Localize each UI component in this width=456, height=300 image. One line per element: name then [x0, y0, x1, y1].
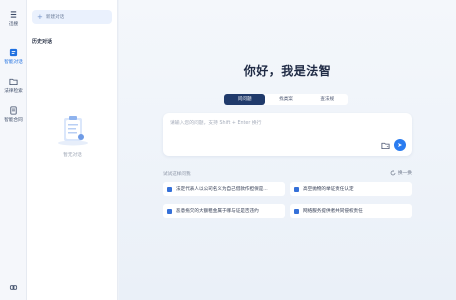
suggestion-text: 恶意拖欠的大额租金属于哪与证是否违约: [176, 209, 259, 214]
rail-item-search[interactable]: 迅搜: [0, 10, 27, 27]
new-chat-button[interactable]: + 新建对话: [32, 10, 112, 24]
refresh-icon: [390, 170, 396, 176]
rail-label: 迅搜: [8, 22, 19, 27]
suggestion-card[interactable]: 高空抛物的举证责任认定: [290, 182, 412, 196]
question-icon: [294, 208, 299, 214]
plus-icon: +: [37, 12, 43, 21]
new-chat-label: 新建对话: [45, 15, 65, 20]
history-panel: + 新建对话 历史对话 暂无对话: [27, 0, 118, 300]
history-title: 历史对话: [32, 39, 53, 45]
contract-icon: [10, 106, 17, 115]
rail-label: 智能对话: [4, 60, 23, 65]
rail-label: 法律检索: [4, 89, 23, 94]
tab-search-regulations[interactable]: 查法规: [307, 94, 348, 105]
rail-label: 智能合同: [4, 118, 23, 123]
question-input[interactable]: [170, 119, 400, 133]
suggestion-card[interactable]: 法定代表人以公司名义为自己借款作担保是...: [163, 182, 285, 196]
suggestions-title: 试试这样问我: [163, 172, 191, 177]
send-icon: [398, 143, 402, 147]
suggestion-text: 法定代表人以公司名义为自己借款作担保是...: [176, 187, 268, 192]
empty-clipboard-illustration: [58, 116, 88, 146]
menu-icon: [10, 11, 17, 18]
empty-history-text: 暂无对话: [63, 153, 82, 158]
question-icon: [167, 186, 172, 192]
suggestion-text: 网络服务提供者共同侵权责任: [303, 209, 363, 214]
suggestion-card[interactable]: 网络服务提供者共同侵权责任: [290, 204, 412, 218]
question-icon: [167, 208, 172, 214]
refresh-label: 换一换: [398, 171, 412, 176]
attach-folder-icon[interactable]: [381, 141, 390, 150]
rail-item-smart-contract[interactable]: 智能合同: [0, 106, 27, 123]
folder-icon: [9, 78, 18, 86]
refresh-suggestions-button[interactable]: 换一换: [390, 170, 412, 176]
suggestion-text: 高空抛物的举证责任认定: [303, 187, 354, 192]
rail-bottom-button[interactable]: [0, 283, 27, 292]
left-nav-rail: 迅搜 智能对话 法律检索 智能合同: [0, 0, 27, 300]
question-input-box: [163, 113, 412, 156]
main-area: 你好，我是法智 问问题 找类案 查法规 试试这样问我 换一换 法定代表人以公司名…: [119, 0, 456, 300]
question-icon: [294, 186, 299, 192]
mode-tabs: 问问题 找类案 查法规: [224, 94, 348, 105]
suggestion-card[interactable]: 恶意拖欠的大额租金属于哪与证是否违约: [163, 204, 285, 218]
link-icon: [9, 285, 18, 290]
rail-item-legal-search[interactable]: 法律检索: [0, 77, 27, 94]
send-button[interactable]: [394, 139, 406, 151]
tab-find-cases[interactable]: 找类案: [265, 94, 306, 105]
rail-item-smart-chat[interactable]: 智能对话: [0, 48, 27, 65]
greeting-title: 你好，我是法智: [243, 64, 332, 78]
chat-cube-icon: [9, 48, 18, 57]
tab-ask-question[interactable]: 问问题: [224, 94, 266, 105]
